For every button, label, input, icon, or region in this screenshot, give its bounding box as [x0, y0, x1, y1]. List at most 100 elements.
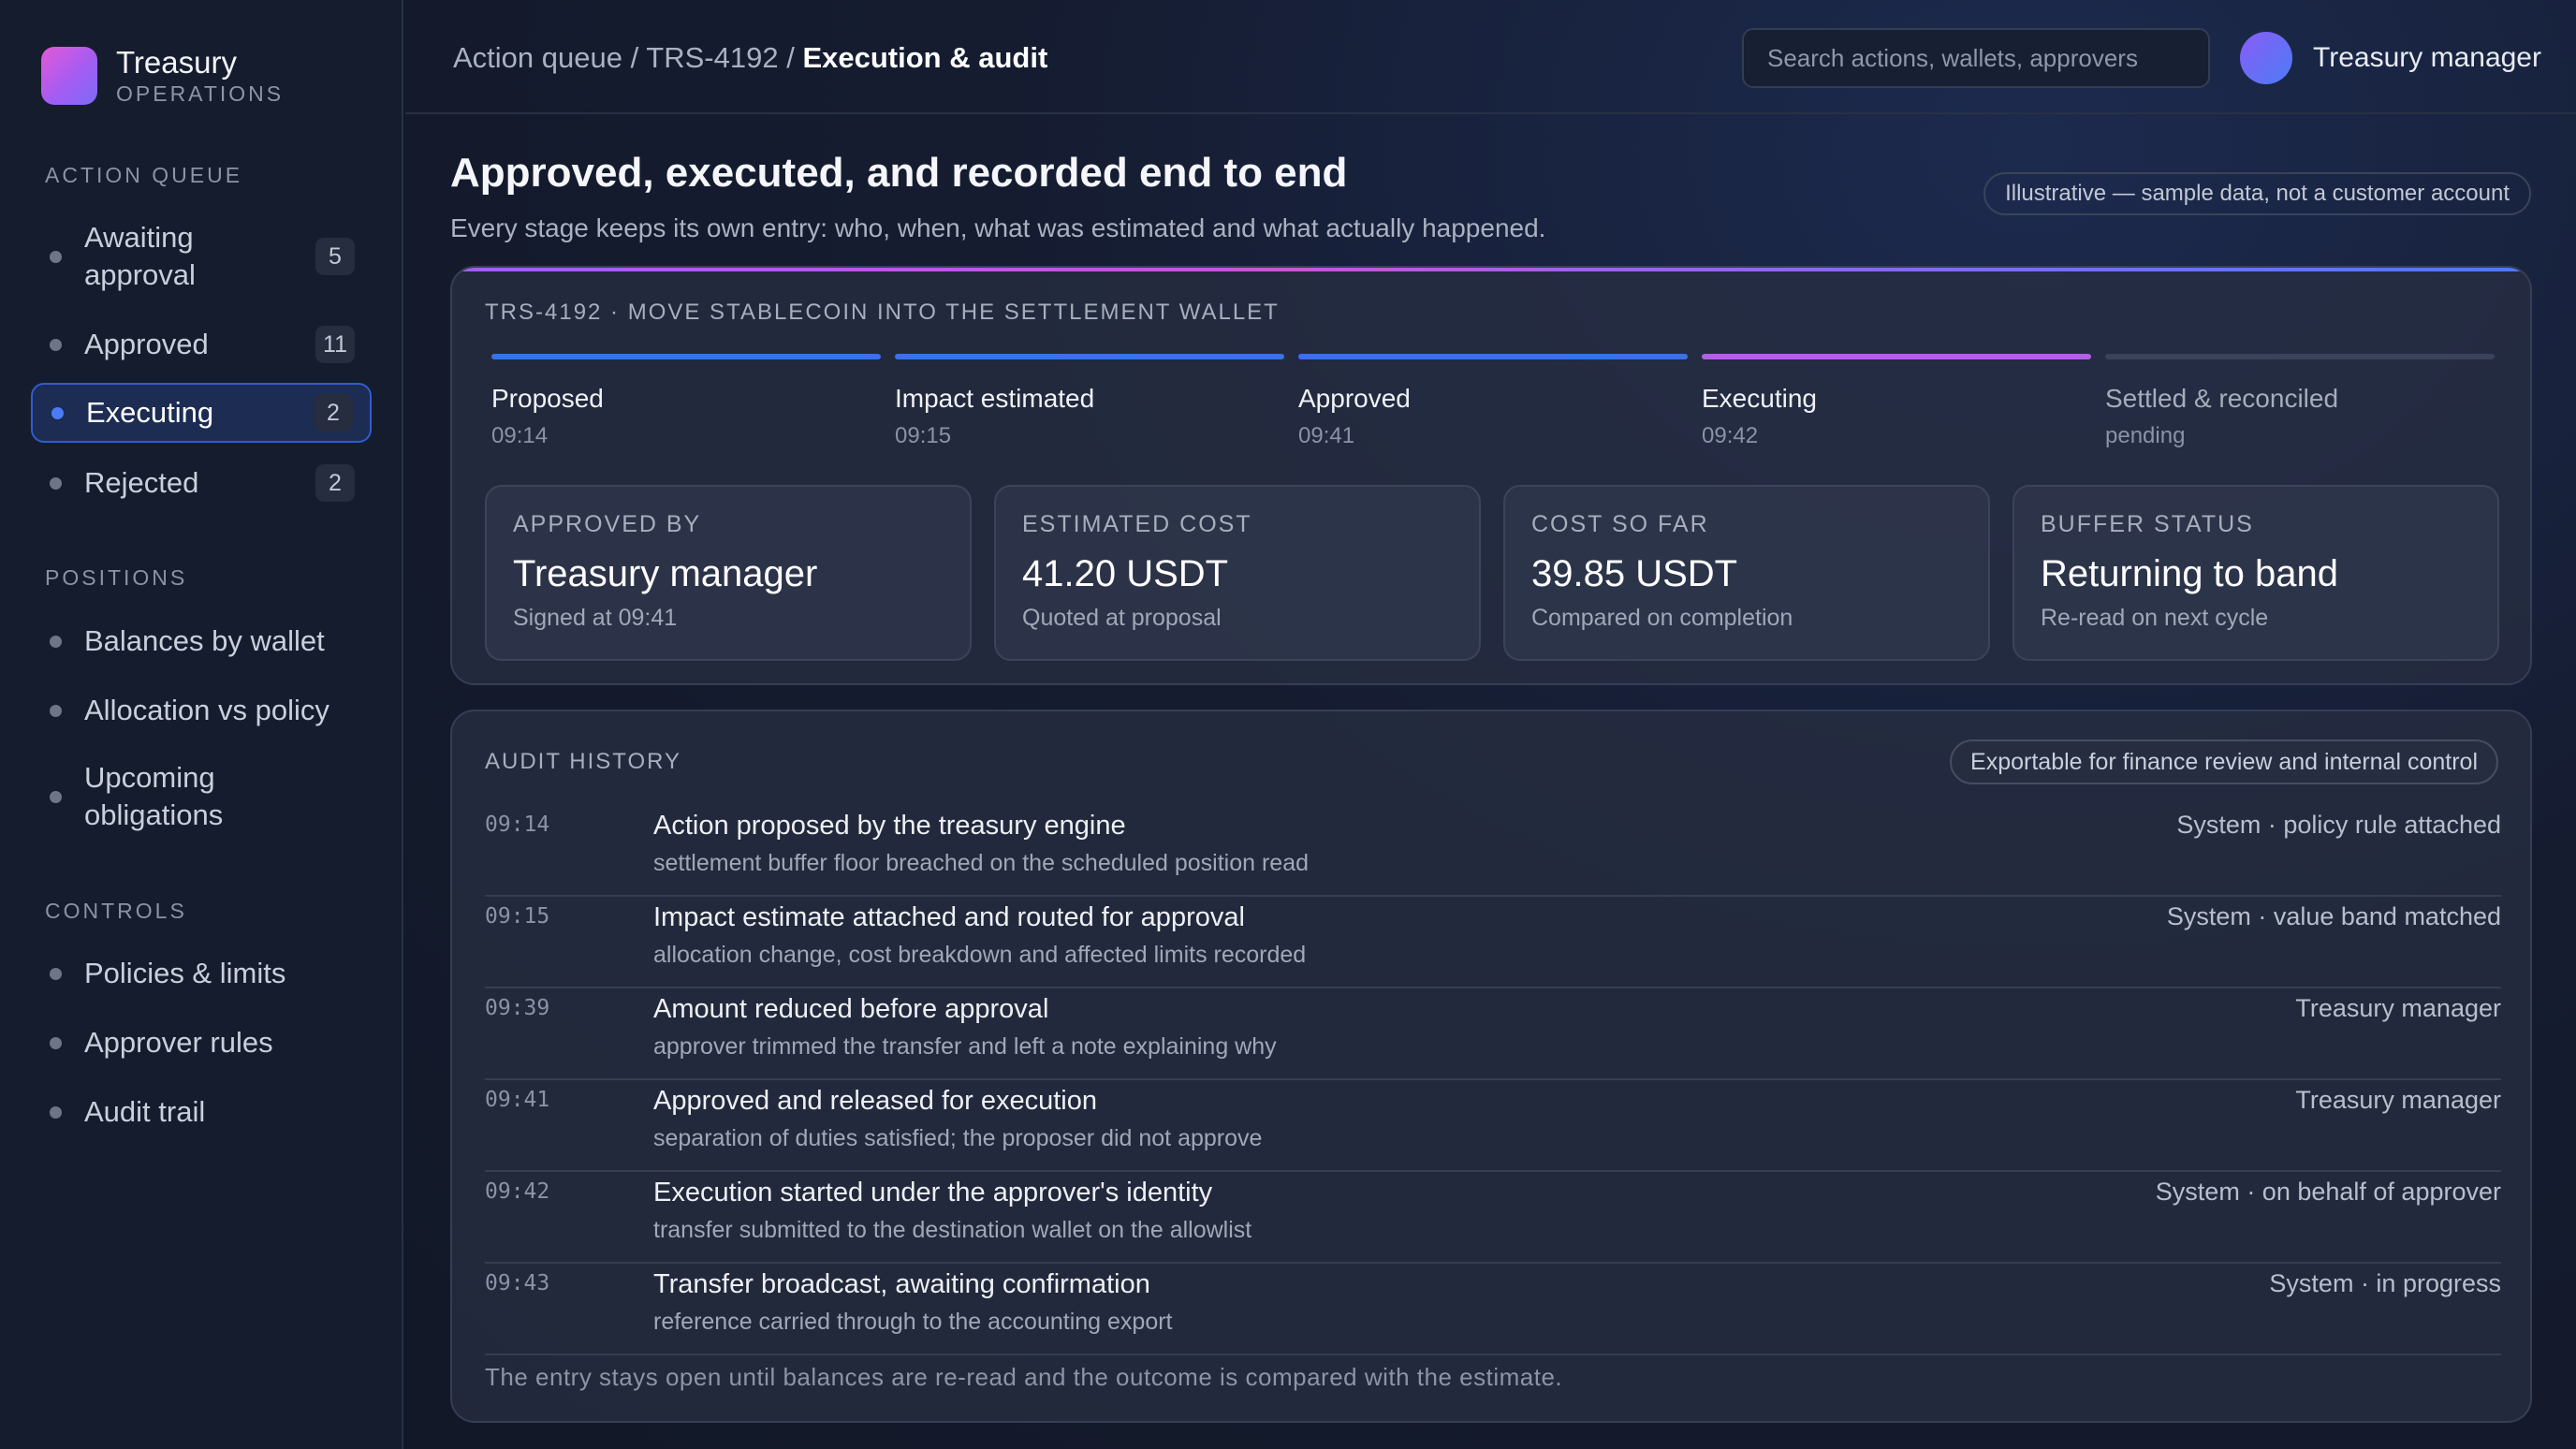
breadcrumb: Action queue / TRS-4192 / Execution & au…: [453, 41, 1047, 75]
audit-row: 09:42 Execution started under the approv…: [485, 1172, 2501, 1264]
sidebar-item-allocation-vs-policy[interactable]: Allocation vs policy: [31, 692, 372, 729]
stat-approved-by: APPROVED BY Treasury manager Signed at 0…: [485, 485, 972, 661]
nav-section-action-queue: ACTION QUEUE: [45, 163, 243, 187]
page-title: Approved, executed, and recorded end to …: [450, 150, 1348, 196]
breadcrumb-separator: /: [786, 41, 795, 74]
step-impact-estimated: Impact estimated 09:15: [895, 354, 1284, 449]
export-button[interactable]: Exportable for finance review and intern…: [1950, 739, 2498, 784]
bullet-icon: [50, 338, 62, 351]
audit-event-detail: transfer submitted to the destination wa…: [653, 1217, 1252, 1243]
audit-actor: System · policy rule attached: [2176, 811, 2501, 839]
audit-event-detail: settlement buffer floor breached on the …: [653, 850, 1309, 876]
search-input[interactable]: Search actions, wallets, approvers: [1742, 28, 2210, 88]
audit-row: 09:15 Impact estimate attached and route…: [485, 897, 2501, 988]
action-kicker: TRS-4192 · MOVE STABLECOIN INTO THE SETT…: [485, 300, 1280, 325]
sidebar: Treasury OPERATIONS ACTION QUEUE Awaitin…: [0, 0, 403, 1449]
bullet-icon: [51, 406, 64, 419]
step-time: pending: [2105, 423, 2186, 448]
audit-event-title: Execution started under the approver's i…: [653, 1178, 1213, 1208]
sidebar-item-label: Approver rules: [84, 1026, 273, 1059]
bullet-icon: [50, 476, 62, 490]
sidebar-item-audit-trail[interactable]: Audit trail: [31, 1093, 372, 1131]
stat-key: ESTIMATED COST: [1022, 511, 1252, 537]
audit-time: 09:43: [485, 1271, 550, 1295]
sidebar-item-label: Approved: [84, 328, 209, 360]
stat-value: Returning to band: [2041, 553, 2339, 594]
sidebar-item-label: Executing: [86, 396, 214, 429]
breadcrumb-separator: /: [630, 41, 639, 74]
user-name: Treasury manager: [2313, 42, 2541, 73]
audit-history-card: AUDIT HISTORY Exportable for finance rev…: [450, 710, 2532, 1423]
progress-steps: Proposed 09:14 Impact estimated 09:15 Ap…: [491, 354, 2495, 457]
sidebar-item-rejected[interactable]: Rejected 2: [31, 464, 372, 502]
audit-time: 09:42: [485, 1179, 550, 1204]
stat-sub: Quoted at proposal: [1022, 605, 1222, 631]
audit-event-detail: approver trimmed the transfer and left a…: [653, 1033, 1277, 1060]
step-time: 09:15: [895, 423, 952, 448]
stat-sub: Signed at 09:41: [513, 605, 678, 631]
count-badge: 11: [315, 326, 355, 363]
breadcrumb-action-queue[interactable]: Action queue: [453, 41, 622, 74]
sidebar-item-approver-rules[interactable]: Approver rules: [31, 1024, 372, 1061]
breadcrumb-action-id[interactable]: TRS-4192: [646, 41, 778, 74]
stat-value: 39.85 USDT: [1531, 553, 1738, 594]
audit-actor: Treasury manager: [2295, 1086, 2501, 1114]
sidebar-item-label: Awaiting approval: [84, 221, 196, 291]
audit-row: 09:43 Transfer broadcast, awaiting confi…: [485, 1264, 2501, 1355]
bullet-icon: [50, 967, 62, 980]
user-menu[interactable]: Treasury manager: [2240, 32, 2541, 84]
stat-key: COST SO FAR: [1531, 511, 1709, 537]
sidebar-item-label: Allocation vs policy: [84, 694, 329, 726]
sidebar-item-label: Upcoming obligations: [84, 761, 224, 831]
stat-estimated-cost: ESTIMATED COST 41.20 USDT Quoted at prop…: [994, 485, 1481, 661]
stat-sub: Compared on completion: [1531, 605, 1793, 631]
stat-value: Treasury manager: [513, 553, 818, 594]
audit-event-detail: reference carried through to the account…: [653, 1309, 1173, 1335]
sidebar-item-awaiting-approval[interactable]: Awaiting approval 5: [31, 221, 372, 292]
stat-key: APPROVED BY: [513, 511, 702, 537]
brand-name: Treasury: [116, 45, 237, 80]
audit-time: 09:41: [485, 1088, 550, 1112]
audit-title: AUDIT HISTORY: [485, 749, 682, 774]
audit-event-title: Transfer broadcast, awaiting confirmatio…: [653, 1269, 1150, 1299]
page-subtitle: Every stage keeps its own entry: who, wh…: [450, 213, 1546, 242]
stat-cost-so-far: COST SO FAR 39.85 USDT Compared on compl…: [1503, 485, 1990, 661]
audit-time: 09:39: [485, 996, 550, 1020]
sidebar-item-approved[interactable]: Approved 11: [31, 326, 372, 363]
nav-section-positions: POSITIONS: [45, 565, 188, 590]
bullet-icon: [50, 635, 62, 648]
sidebar-item-upcoming-obligations[interactable]: Upcoming obligations: [31, 761, 372, 832]
count-badge: 2: [315, 464, 355, 502]
stat-value: 41.20 USDT: [1022, 553, 1229, 594]
audit-row: 09:41 Approved and released for executio…: [485, 1080, 2501, 1172]
sidebar-item-policies-limits[interactable]: Policies & limits: [31, 955, 372, 992]
step-name: Impact estimated: [895, 384, 1095, 413]
audit-event-title: Impact estimate attached and routed for …: [653, 902, 1245, 932]
stat-key: BUFFER STATUS: [2041, 511, 2254, 537]
sidebar-item-balances-by-wallet[interactable]: Balances by wallet: [31, 622, 372, 660]
sidebar-item-label: Audit trail: [84, 1095, 206, 1128]
bullet-icon: [50, 1105, 62, 1119]
sidebar-item-executing[interactable]: Executing 2: [31, 383, 372, 443]
brand[interactable]: Treasury OPERATIONS: [41, 45, 284, 107]
audit-actor: System · value band matched: [2166, 902, 2501, 930]
step-name: Proposed: [491, 384, 604, 413]
step-bar: [895, 354, 1284, 359]
step-time: 09:42: [1702, 423, 1759, 448]
bullet-icon: [50, 704, 62, 717]
step-name: Settled & reconciled: [2105, 384, 2339, 413]
step-time: 09:14: [491, 423, 549, 448]
step-name: Executing: [1702, 384, 1817, 413]
nav-section-controls: CONTROLS: [45, 899, 187, 923]
bullet-icon: [50, 790, 62, 803]
audit-actor: System · on behalf of approver: [2155, 1178, 2501, 1206]
bullet-icon: [50, 250, 62, 263]
card-accent-bar: [452, 268, 2530, 271]
stat-cards: APPROVED BY Treasury manager Signed at 0…: [485, 485, 2501, 661]
step-bar: [491, 354, 881, 359]
audit-actor: Treasury manager: [2295, 994, 2501, 1022]
bullet-icon: [50, 1036, 62, 1049]
main-content: Action queue / TRS-4192 / Execution & au…: [405, 0, 2576, 1449]
audit-time: 09:15: [485, 904, 550, 929]
treasury-logo-icon: [41, 47, 97, 105]
